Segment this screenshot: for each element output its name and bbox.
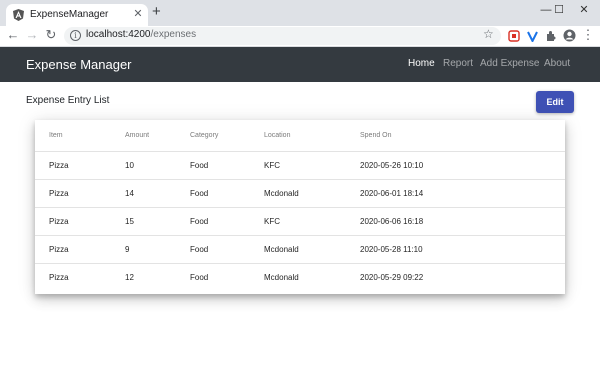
cell-location: Mcdonald	[264, 245, 299, 254]
menu-kebab-icon[interactable]: ⋮	[580, 27, 596, 43]
back-icon[interactable]: ←	[5, 27, 21, 42]
cell-category: Food	[190, 273, 209, 282]
angular-logo-icon	[13, 9, 24, 21]
new-tab-button[interactable]: +	[152, 4, 161, 19]
cell-item: Pizza	[49, 245, 69, 254]
extension-red-icon[interactable]	[508, 30, 520, 42]
profile-avatar-icon[interactable]	[563, 29, 576, 42]
cell-amount: 9	[125, 245, 130, 254]
cell-location: Mcdonald	[264, 189, 299, 198]
reload-icon[interactable]: ↻	[43, 27, 59, 43]
cell-spend-on: 2020-06-06 16:18	[360, 217, 424, 226]
page-title: Expense Entry List	[26, 95, 110, 106]
cell-location: Mcdonald	[264, 273, 299, 282]
tab-close-icon[interactable]: ✕	[131, 7, 145, 20]
browser-toolbar: ← → ↻ i localhost:4200/expenses ☆ ⋮	[0, 26, 600, 47]
cell-category: Food	[190, 161, 209, 170]
column-header-category: Category	[190, 132, 219, 139]
nav-link-about[interactable]: About	[544, 58, 570, 69]
forward-icon[interactable]: →	[24, 27, 40, 42]
cell-amount: 14	[125, 189, 134, 198]
close-window-button[interactable]: ✕	[566, 0, 600, 22]
cell-item: Pizza	[49, 161, 69, 170]
column-header-spend-on: Spend On	[360, 132, 392, 139]
table-row[interactable]: Pizza 12 Food Mcdonald 2020-05-29 09:22	[35, 264, 565, 292]
table-header: Item Amount Category Location Spend On	[35, 120, 565, 152]
info-icon[interactable]: i	[70, 30, 81, 41]
nav-link-report[interactable]: Report	[443, 58, 473, 69]
cell-amount: 10	[125, 161, 134, 170]
app-navbar: Expense Manager Home Report Add Expense …	[0, 47, 600, 82]
cell-spend-on: 2020-06-01 18:14	[360, 189, 424, 198]
cell-spend-on: 2020-05-26 10:10	[360, 161, 424, 170]
extension-v-icon[interactable]	[527, 30, 538, 42]
table-row[interactable]: Pizza 9 Food Mcdonald 2020-05-28 11:10	[35, 236, 565, 264]
url-text[interactable]: localhost:4200/expenses	[86, 29, 196, 40]
table-row[interactable]: Pizza 14 Food Mcdonald 2020-06-01 18:14	[35, 180, 565, 208]
edit-button[interactable]: Edit	[536, 91, 574, 113]
url-path: /expenses	[150, 29, 197, 40]
browser-tab[interactable]: ExpenseManager ✕	[6, 4, 148, 26]
cell-location: KFC	[264, 217, 280, 226]
cell-item: Pizza	[49, 189, 69, 198]
nav-link-home[interactable]: Home	[408, 58, 435, 69]
url-host: localhost:4200	[86, 29, 151, 40]
bookmark-star-icon[interactable]: ☆	[483, 27, 494, 41]
brand-title[interactable]: Expense Manager	[26, 57, 132, 72]
cell-category: Food	[190, 189, 209, 198]
expense-table-card: Item Amount Category Location Spend On P…	[35, 120, 565, 294]
cell-location: KFC	[264, 161, 280, 170]
cell-amount: 15	[125, 217, 134, 226]
tab-title: ExpenseManager	[30, 9, 109, 20]
browser-tab-strip: ExpenseManager ✕ + — ☐ ✕	[0, 0, 600, 26]
address-bar[interactable]: i localhost:4200/expenses ☆	[64, 27, 501, 45]
cell-item: Pizza	[49, 217, 69, 226]
column-header-amount: Amount	[125, 132, 150, 139]
cell-category: Food	[190, 245, 209, 254]
table-row[interactable]: Pizza 15 Food KFC 2020-06-06 16:18	[35, 208, 565, 236]
table-row[interactable]: Pizza 10 Food KFC 2020-05-26 10:10	[35, 152, 565, 180]
cell-item: Pizza	[49, 273, 69, 282]
nav-link-add-expense[interactable]: Add Expense	[480, 58, 540, 69]
extensions-puzzle-icon[interactable]	[545, 30, 557, 42]
column-header-item: Item	[49, 132, 63, 139]
column-header-location: Location	[264, 132, 291, 139]
cell-spend-on: 2020-05-28 11:10	[360, 245, 423, 254]
cell-spend-on: 2020-05-29 09:22	[360, 273, 424, 282]
cell-category: Food	[190, 217, 209, 226]
cell-amount: 12	[125, 273, 134, 282]
